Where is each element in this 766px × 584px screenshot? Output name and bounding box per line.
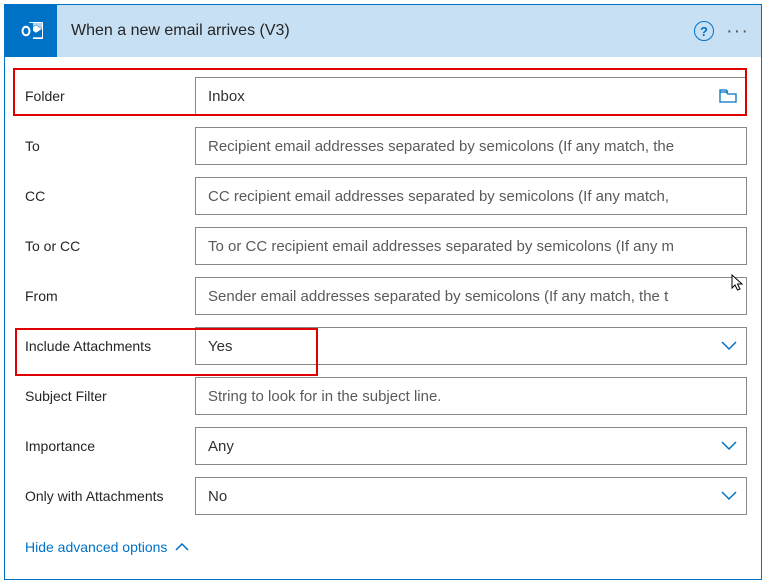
folder-picker-icon[interactable] [719, 89, 737, 103]
chevron-up-icon [175, 543, 189, 551]
include-attachments-value: Yes [208, 338, 706, 355]
row-only-with-attachments: Only with Attachments No [19, 477, 747, 515]
form-body: Folder To CC To or CC [5, 57, 761, 579]
row-folder: Folder [19, 77, 747, 115]
more-icon[interactable]: ··· [726, 21, 749, 41]
advanced-section: Hide advanced options [19, 527, 747, 565]
label-subject-filter: Subject Filter [19, 388, 195, 404]
to-input[interactable] [195, 127, 747, 165]
chevron-down-icon[interactable] [721, 491, 737, 501]
chevron-down-icon[interactable] [721, 441, 737, 451]
header-actions: ? ··· [694, 21, 761, 41]
trigger-title: When a new email arrives (V3) [57, 22, 694, 40]
importance-select[interactable]: Any [195, 427, 747, 465]
hide-advanced-link[interactable]: Hide advanced options [25, 539, 189, 555]
row-to: To [19, 127, 747, 165]
row-include-attachments: Include Attachments Yes [19, 327, 747, 365]
label-cc: CC [19, 188, 195, 204]
only-with-attachments-select[interactable]: No [195, 477, 747, 515]
importance-value: Any [208, 438, 706, 455]
help-icon[interactable]: ? [694, 21, 714, 41]
label-to: To [19, 138, 195, 154]
to-or-cc-input[interactable] [195, 227, 747, 265]
row-subject-filter: Subject Filter [19, 377, 747, 415]
folder-input[interactable] [195, 77, 747, 115]
only-with-attachments-value: No [208, 488, 706, 505]
label-to-or-cc: To or CC [19, 238, 195, 254]
hide-advanced-label: Hide advanced options [25, 539, 167, 555]
header-bar[interactable]: When a new email arrives (V3) ? ··· [5, 5, 761, 57]
chevron-down-icon[interactable] [721, 341, 737, 351]
row-to-or-cc: To or CC [19, 227, 747, 265]
label-from: From [19, 288, 195, 304]
trigger-card: When a new email arrives (V3) ? ··· Fold… [4, 4, 762, 580]
connector-icon-box [5, 5, 57, 57]
label-only-with-attachments: Only with Attachments [19, 488, 195, 504]
label-folder: Folder [19, 88, 195, 104]
subject-filter-input[interactable] [195, 377, 747, 415]
include-attachments-select[interactable]: Yes [195, 327, 747, 365]
cc-input[interactable] [195, 177, 747, 215]
outlook-icon [17, 17, 45, 45]
label-include-attachments: Include Attachments [19, 338, 195, 354]
label-importance: Importance [19, 438, 195, 454]
row-importance: Importance Any [19, 427, 747, 465]
row-cc: CC [19, 177, 747, 215]
from-input[interactable] [195, 277, 747, 315]
row-from: From [19, 277, 747, 315]
